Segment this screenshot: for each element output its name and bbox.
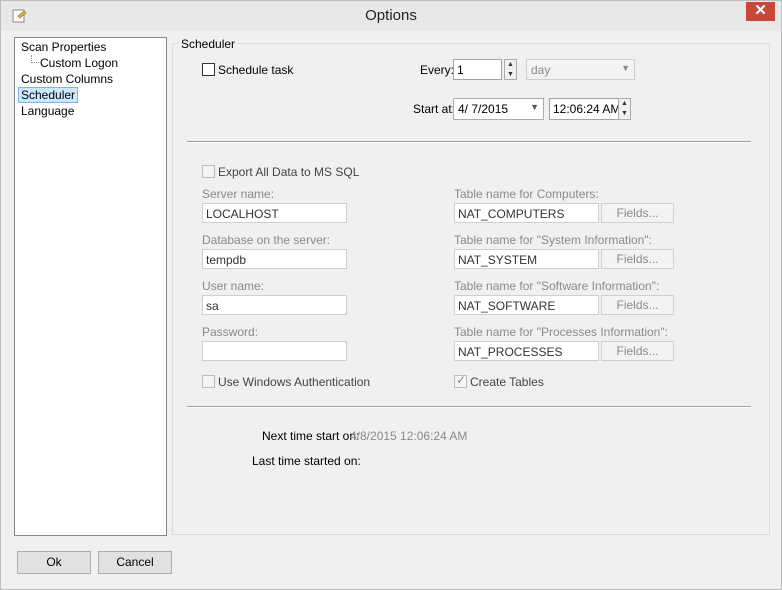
- checkmark-icon: ✓: [456, 373, 467, 387]
- options-window: Options ✕ Scan Properties Custom Logon C…: [0, 0, 782, 590]
- ok-button[interactable]: Ok: [17, 551, 91, 574]
- options-tree: Scan Properties Custom Logon Custom Colu…: [14, 37, 167, 536]
- tree-item-scheduler[interactable]: Scheduler: [18, 87, 79, 103]
- start-at-label: Start at:: [413, 102, 456, 116]
- user-name-label: User name:: [202, 279, 265, 293]
- password-label: Password:: [202, 325, 259, 339]
- computers-fields-button[interactable]: Fields...: [601, 203, 674, 223]
- chevron-down-icon: ▼: [621, 63, 630, 73]
- tree-item-scan-properties[interactable]: Scan Properties: [21, 40, 106, 54]
- close-button[interactable]: ✕: [746, 2, 775, 21]
- server-name-input[interactable]: LOCALHOST: [202, 203, 347, 223]
- scheduler-group-title: Scheduler: [179, 37, 238, 51]
- processes-info-table-input[interactable]: NAT_PROCESSES: [454, 341, 599, 361]
- every-input[interactable]: 1: [453, 59, 502, 80]
- password-input[interactable]: [202, 341, 347, 361]
- spin-down-icon[interactable]: ▼: [619, 109, 630, 119]
- export-sql-label: Export All Data to MS SQL: [218, 165, 360, 179]
- server-name-label: Server name:: [202, 187, 275, 201]
- software-info-table-label: Table name for "Software Information":: [454, 279, 660, 293]
- computers-table-input[interactable]: NAT_COMPUTERS: [454, 203, 599, 223]
- database-label: Database on the server:: [202, 233, 331, 247]
- tree-connector-line: [31, 55, 39, 63]
- every-spinner[interactable]: ▲ ▼: [504, 59, 517, 80]
- spin-down-icon[interactable]: ▼: [505, 70, 516, 80]
- chevron-down-icon: ▼: [530, 102, 539, 112]
- system-info-fields-button[interactable]: Fields...: [601, 249, 674, 269]
- software-info-fields-button[interactable]: Fields...: [601, 295, 674, 315]
- last-started-label: Last time started on:: [252, 454, 361, 468]
- start-time-input[interactable]: 12:06:24 AM: [549, 98, 619, 120]
- spin-up-icon[interactable]: ▲: [619, 99, 630, 109]
- separator: [187, 406, 751, 408]
- schedule-task-checkbox[interactable]: [202, 63, 215, 76]
- separator: [187, 141, 751, 143]
- system-info-table-input[interactable]: NAT_SYSTEM: [454, 249, 599, 269]
- database-input[interactable]: tempdb: [202, 249, 347, 269]
- interval-unit-select[interactable]: day ▼: [526, 59, 635, 80]
- processes-info-table-label: Table name for "Processes Information":: [454, 325, 668, 339]
- export-sql-checkbox[interactable]: [202, 165, 215, 178]
- user-name-input[interactable]: sa: [202, 295, 347, 315]
- schedule-task-label: Schedule task: [218, 63, 294, 77]
- tree-item-custom-columns[interactable]: Custom Columns: [21, 72, 113, 86]
- system-info-table-label: Table name for "System Information":: [454, 233, 652, 247]
- processes-info-fields-button[interactable]: Fields...: [601, 341, 674, 361]
- spin-up-icon[interactable]: ▲: [505, 60, 516, 70]
- cancel-button[interactable]: Cancel: [98, 551, 172, 574]
- software-info-table-input[interactable]: NAT_SOFTWARE: [454, 295, 599, 315]
- title-bar: Options ✕: [1, 1, 781, 31]
- computers-table-label: Table name for Computers:: [454, 187, 599, 201]
- create-tables-label: Create Tables: [470, 375, 544, 389]
- next-start-label: Next time start on:: [262, 429, 360, 443]
- interval-unit-value: day: [531, 63, 551, 77]
- windows-auth-label: Use Windows Authentication: [218, 375, 371, 389]
- next-start-value: 4/8/2015 12:06:24 AM: [350, 429, 468, 443]
- every-label: Every:: [420, 63, 455, 77]
- close-icon: ✕: [754, 2, 767, 19]
- window-title: Options: [365, 7, 417, 24]
- create-tables-checkbox[interactable]: ✓: [454, 373, 467, 388]
- tree-item-language[interactable]: Language: [21, 104, 74, 118]
- start-date-picker[interactable]: 4/ 7/2015 ▼: [453, 98, 544, 120]
- tree-item-custom-logon[interactable]: Custom Logon: [40, 56, 118, 70]
- start-date-value: 4/ 7/2015: [458, 102, 509, 116]
- windows-auth-checkbox[interactable]: [202, 375, 215, 388]
- start-time-spinner[interactable]: ▲ ▼: [618, 98, 631, 120]
